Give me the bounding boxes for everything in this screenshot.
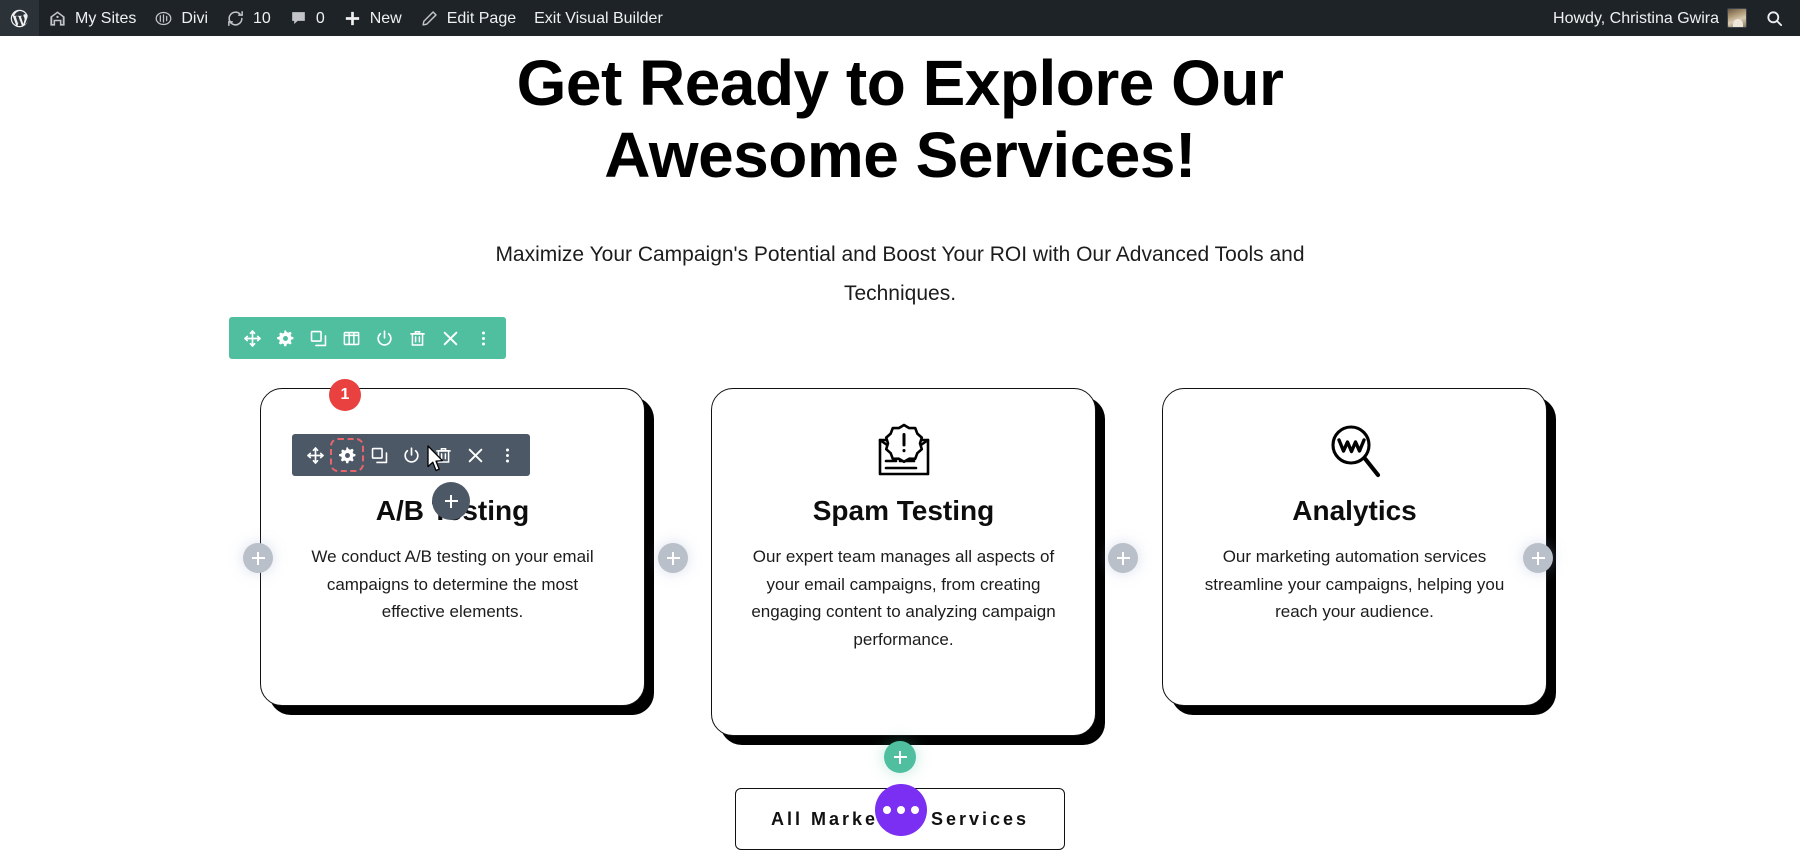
power-icon[interactable] [401,445,421,465]
admin-bar-my-sites[interactable]: My Sites [39,0,145,36]
divi-icon [154,9,173,28]
plus-icon [444,494,458,508]
admin-bar-search[interactable] [1756,0,1800,36]
admin-bar-comments[interactable]: 0 [280,0,334,36]
wp-admin-bar: My Sites Divi 10 0 New Edit Page Exit Vi… [0,0,1800,36]
service-card-spam-testing: Spam Testing Our expert team manages all… [711,388,1096,736]
admin-bar-new[interactable]: New [334,0,411,36]
card-title: Analytics [1292,495,1417,526]
plus-icon [343,9,362,28]
add-row-button-left[interactable] [243,543,273,573]
duplicate-icon[interactable] [369,445,389,465]
admin-bar-exit-visual-builder-label: Exit Visual Builder [534,10,663,27]
add-module-button[interactable] [432,482,470,520]
move-icon[interactable] [242,328,262,348]
power-icon[interactable] [374,328,394,348]
admin-bar-comments-count: 0 [315,10,325,27]
plus-icon [1116,551,1130,565]
close-icon[interactable] [440,328,460,348]
gear-icon[interactable] [330,438,364,472]
page-title: Get Ready to Explore Our Awesome Service… [516,47,1284,191]
admin-bar-updates[interactable]: 10 [217,0,280,36]
more-options-icon[interactable] [497,445,517,465]
updates-icon [226,9,245,28]
comments-icon [289,9,308,28]
avatar [1727,8,1747,28]
card-title: Spam Testing [812,495,995,526]
loading-spinner [875,784,927,836]
plus-icon [1531,551,1545,565]
admin-bar-wordpress-logo[interactable] [0,0,39,36]
page-subtitle: Maximize Your Campaign's Potential and B… [495,243,1305,305]
add-section-button[interactable] [884,741,916,773]
move-icon[interactable] [305,445,325,465]
add-row-button-mid-left[interactable] [658,543,688,573]
card-description: Our marketing automation services stream… [1204,547,1505,622]
plus-icon [666,551,680,565]
section-toolbar[interactable] [229,317,506,359]
admin-bar-edit-page-label: Edit Page [446,10,517,27]
spinner-dot [883,806,891,814]
card-description: Our expert team manages all aspects of y… [751,547,1056,649]
service-card-analytics: Analytics Our marketing automation servi… [1162,388,1547,706]
gear-icon[interactable] [275,328,295,348]
page-canvas: Get Ready to Explore Our Awesome Service… [0,36,1800,850]
spinner-dot [897,806,905,814]
sites-icon [48,9,67,28]
admin-bar-new-label: New [369,10,402,27]
more-options-icon[interactable] [473,328,493,348]
admin-bar-divi-label: Divi [181,10,209,27]
close-icon[interactable] [465,445,485,465]
add-row-button-right[interactable] [1523,543,1553,573]
trash-icon[interactable] [433,445,453,465]
search-icon [1765,9,1784,28]
module-count-badge: 1 [329,379,361,411]
add-row-button-mid-right[interactable] [1108,543,1138,573]
analytics-magnifier-icon [1193,411,1516,493]
card-description: We conduct A/B testing on your email cam… [311,547,594,622]
admin-bar-my-account[interactable]: Howdy, Christina Gwira [1544,0,1756,36]
admin-bar-edit-page[interactable]: Edit Page [411,0,525,36]
trash-icon[interactable] [407,328,427,348]
admin-bar-my-sites-label: My Sites [75,10,137,27]
admin-bar-howdy-label: Howdy, Christina Gwira [1553,10,1719,27]
pencil-icon [420,9,439,28]
plus-icon [893,750,907,764]
plus-icon [251,551,265,565]
wordpress-logo-icon [9,8,30,29]
module-toolbar[interactable] [292,434,530,476]
columns-icon[interactable] [341,328,361,348]
spinner-dot [911,806,919,814]
spam-envelope-icon [742,411,1065,493]
admin-bar-exit-visual-builder[interactable]: Exit Visual Builder [525,0,672,36]
admin-bar-updates-count: 10 [253,10,271,27]
duplicate-icon[interactable] [308,328,328,348]
admin-bar-divi[interactable]: Divi [145,0,217,36]
